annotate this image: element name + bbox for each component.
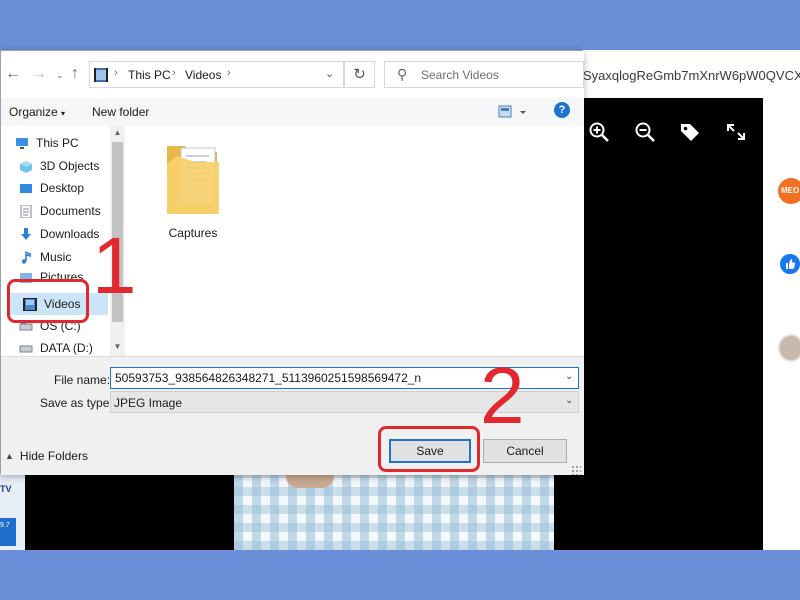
avatar[interactable] bbox=[778, 334, 800, 362]
up-arrow-icon[interactable]: ↑ bbox=[71, 65, 79, 83]
folder-label: Captures bbox=[168, 226, 218, 240]
toolbar: Organize ▾ New folder ? bbox=[1, 98, 584, 126]
rating-badge: 9.7 bbox=[0, 518, 16, 546]
music-icon bbox=[21, 250, 31, 264]
viewer-photo bbox=[234, 474, 554, 550]
nav-item-desktop[interactable]: Desktop bbox=[19, 178, 115, 198]
document-icon bbox=[20, 204, 32, 218]
zoom-out-icon[interactable] bbox=[634, 122, 656, 142]
folder-item-captures[interactable]: Captures bbox=[157, 140, 229, 240]
zoom-in-icon[interactable] bbox=[588, 122, 610, 142]
breadcrumb-separator-icon: › bbox=[227, 67, 231, 79]
computer-icon bbox=[16, 137, 28, 149]
resize-grip[interactable] bbox=[571, 465, 581, 475]
file-list: Captures bbox=[125, 126, 584, 356]
new-folder-button[interactable]: New folder bbox=[92, 105, 149, 119]
nav-item-label: Documents bbox=[40, 204, 101, 218]
chevron-up-icon: ▲ bbox=[5, 451, 14, 461]
chevron-down-icon[interactable]: ⌄ bbox=[325, 67, 334, 80]
annotation-highlight-videos bbox=[7, 279, 89, 323]
step-number-1: 1 bbox=[92, 221, 137, 310]
drive-icon bbox=[19, 345, 33, 352]
address-bar: ← → ⌄ ↑ › This PC › Videos › ⌄ ↻ ⚲ bbox=[1, 51, 584, 98]
meo-logo: MEO bbox=[778, 178, 800, 204]
viewer-photo-hand bbox=[286, 474, 334, 488]
scroll-up-icon[interactable]: ▲ bbox=[110, 128, 125, 137]
search-box[interactable]: ⚲ bbox=[384, 61, 584, 88]
nav-item-label: Desktop bbox=[40, 181, 85, 195]
refresh-button[interactable]: ↻ bbox=[344, 61, 375, 88]
annotation-highlight-save bbox=[378, 426, 480, 472]
download-icon bbox=[21, 227, 31, 240]
recent-locations-icon[interactable]: ⌄ bbox=[56, 70, 64, 81]
breadcrumb-videos[interactable]: Videos bbox=[185, 68, 221, 82]
nav-item-3d-objects[interactable]: 3D Objects bbox=[19, 156, 115, 176]
search-icon: ⚲ bbox=[397, 66, 408, 82]
nav-item-label: 3D Objects bbox=[40, 159, 100, 173]
search-input[interactable] bbox=[421, 68, 571, 82]
filename-label: File name: bbox=[54, 373, 111, 387]
step-number-2: 2 bbox=[480, 351, 525, 440]
like-icon[interactable] bbox=[780, 254, 800, 274]
breadcrumb-separator-icon: › bbox=[172, 67, 176, 79]
view-options-icon[interactable] bbox=[498, 104, 530, 120]
forward-arrow-icon[interactable]: → bbox=[31, 65, 47, 83]
breadcrumb-separator-icon: › bbox=[114, 67, 118, 79]
nav-item-label: Music bbox=[40, 250, 72, 264]
nav-item-documents[interactable]: Documents bbox=[19, 201, 115, 221]
hide-folders-label: Hide Folders bbox=[19, 449, 88, 463]
breadcrumb[interactable]: › This PC › Videos › ⌄ bbox=[89, 61, 344, 88]
breadcrumb-this-pc[interactable]: This PC bbox=[128, 68, 171, 82]
channel-logo: TV bbox=[0, 484, 12, 494]
chevron-down-icon[interactable]: ⌄ bbox=[565, 395, 573, 406]
chevron-down-icon: ▾ bbox=[61, 109, 66, 118]
url-fragment[interactable]: SyaxqlogReGmb7mXnrW6pW0QVCX bbox=[583, 68, 800, 83]
hide-folders-button[interactable]: ▲ Hide Folders bbox=[5, 449, 88, 463]
chevron-down-icon[interactable]: ⌄ bbox=[565, 371, 573, 382]
cube-icon bbox=[20, 160, 32, 173]
cancel-button[interactable]: Cancel bbox=[483, 439, 567, 463]
organize-button[interactable]: Organize ▾ bbox=[9, 105, 65, 119]
side-panel bbox=[763, 98, 800, 550]
nav-item-data-d[interactable]: DATA (D:) bbox=[19, 338, 115, 358]
video-folder-icon bbox=[94, 68, 108, 82]
fullscreen-icon[interactable] bbox=[725, 122, 747, 142]
nav-item-label: This PC bbox=[36, 136, 79, 150]
organize-label: Organize bbox=[9, 105, 58, 119]
nav-item-this-pc[interactable]: This PC bbox=[15, 133, 111, 153]
back-arrow-icon[interactable]: ← bbox=[5, 65, 21, 83]
scroll-down-icon[interactable]: ▼ bbox=[110, 342, 125, 351]
tag-icon[interactable] bbox=[679, 122, 701, 142]
help-button[interactable]: ? bbox=[554, 102, 570, 118]
nav-item-label: Downloads bbox=[40, 227, 100, 241]
nav-item-label: DATA (D:) bbox=[40, 341, 93, 355]
save-type-value: JPEG Image bbox=[114, 396, 183, 410]
desktop-icon bbox=[20, 183, 32, 193]
folder-icon bbox=[167, 146, 219, 214]
save-type-label: Save as type: bbox=[40, 396, 113, 410]
